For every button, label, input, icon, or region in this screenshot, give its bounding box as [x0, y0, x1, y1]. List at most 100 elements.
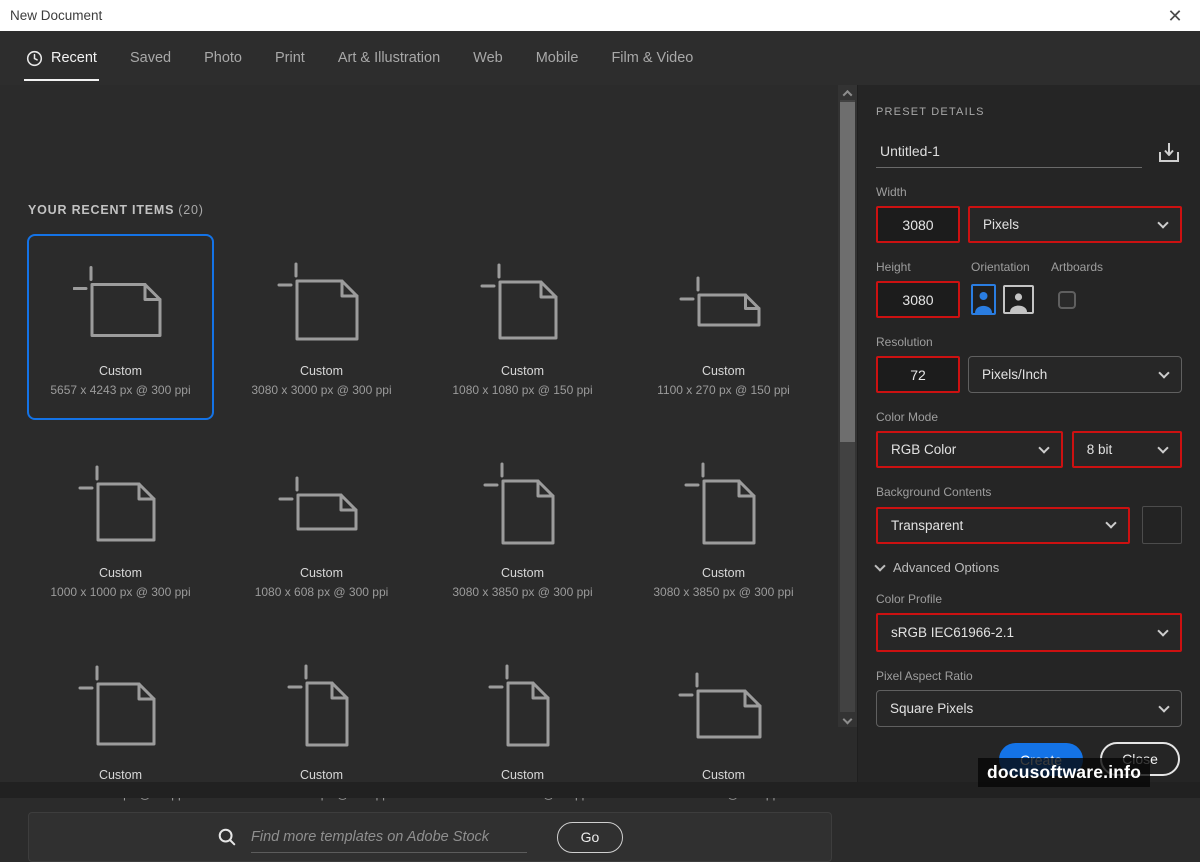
document-thumbnail-icon [684, 462, 755, 545]
go-button[interactable]: Go [557, 821, 623, 853]
document-thumbnail-icon [278, 476, 357, 531]
template-name: Custom [98, 768, 143, 782]
recent-items-heading: YOUR RECENT ITEMS (20) [28, 203, 204, 217]
width-input[interactable] [876, 206, 960, 243]
resolution-units-value: Pixels/Inch [982, 367, 1048, 382]
resolution-input[interactable] [876, 356, 960, 393]
template-name: Custom [299, 566, 344, 580]
template-card[interactable]: Custom 3080 x 3850 px @ 300 ppi [429, 436, 616, 622]
bit-depth-dropdown[interactable]: 8 bit [1071, 431, 1182, 468]
template-name: Custom [98, 364, 143, 378]
template-card[interactable]: Custom 1100 x 270 px @ 150 ppi [630, 234, 817, 420]
chevron-down-icon [1038, 441, 1050, 454]
background-contents-label: Background Contents [876, 485, 992, 499]
template-dims: 3080 x 3850 px @ 300 ppi [653, 585, 794, 599]
color-profile-value: sRGB IEC61966-2.1 [891, 625, 1015, 640]
pixel-aspect-ratio-value: Square Pixels [890, 701, 974, 716]
tab-recent[interactable]: Recent [24, 31, 99, 85]
tab-label: Art & Illustration [337, 50, 441, 66]
document-thumbnail-icon [78, 665, 155, 746]
height-label: Height [876, 260, 911, 274]
chevron-down-icon [874, 559, 886, 572]
resolution-units-dropdown[interactable]: Pixels/Inch [968, 356, 1182, 393]
tab-label: Mobile [535, 50, 579, 66]
search-icon [218, 828, 236, 846]
tab-web[interactable]: Web [473, 31, 503, 85]
dialog-title: New Document [10, 8, 103, 23]
template-name: Custom [701, 364, 746, 378]
pixel-aspect-ratio-dropdown[interactable]: Square Pixels [876, 690, 1182, 727]
watermark: docusoftware.info [978, 758, 1151, 787]
document-thumbnail-icon [480, 263, 557, 340]
template-card[interactable]: Custom 5657 x 4243 px @ 300 ppi [27, 234, 214, 420]
background-contents-value: Transparent [891, 517, 964, 533]
width-label: Width [876, 185, 907, 199]
advanced-options-label: Advanced Options [893, 560, 1000, 575]
tab-photo[interactable]: Photo [204, 31, 242, 85]
units-dropdown[interactable]: Pixels [968, 206, 1182, 243]
orientation-label: Orientation [971, 260, 1030, 274]
template-name: Custom [500, 364, 545, 378]
dialog-titlebar: New Document ✕ [0, 0, 1200, 31]
template-card[interactable]: Custom 1080 x 608 px @ 300 ppi [228, 436, 415, 622]
template-card[interactable]: Custom 1000 x 1000 px @ 300 ppi [27, 436, 214, 622]
chevron-down-icon [1158, 700, 1170, 713]
tab-film-video[interactable]: Film & Video [611, 31, 693, 85]
template-dims: 5657 x 4243 px @ 300 ppi [50, 383, 191, 397]
tab-label: Recent [51, 50, 97, 66]
artboards-checkbox[interactable] [1058, 290, 1076, 309]
scrollbar-thumb[interactable] [840, 102, 855, 442]
tab-mobile[interactable]: Mobile [536, 31, 579, 85]
advanced-options-toggle[interactable]: Advanced Options [874, 559, 1182, 575]
chevron-down-icon [1157, 216, 1169, 229]
search-input[interactable] [251, 821, 527, 853]
template-dims: 3080 x 3000 px @ 300 ppi [251, 383, 392, 397]
document-thumbnail-icon [287, 664, 348, 747]
units-value: Pixels [983, 217, 1020, 232]
template-name: Custom [299, 364, 344, 378]
tab-print[interactable]: Print [275, 31, 305, 85]
template-card[interactable]: Custom 3080 x 3000 px @ 300 ppi [228, 234, 415, 420]
chevron-down-icon [1105, 517, 1117, 529]
height-input[interactable] [876, 281, 960, 318]
document-thumbnail-icon [72, 266, 161, 337]
tab-saved[interactable]: Saved [130, 31, 171, 85]
color-mode-label: Color Mode [876, 410, 939, 424]
template-name: Custom [500, 768, 545, 782]
recent-items-count: (20) [178, 203, 204, 217]
background-color-swatch[interactable] [1142, 506, 1182, 544]
template-card[interactable]: Custom 1080 x 1080 px @ 150 ppi [429, 234, 616, 420]
tab-label: Saved [129, 50, 172, 66]
save-preset-icon[interactable] [1156, 140, 1182, 166]
document-thumbnail-icon [488, 664, 549, 747]
document-thumbnail-icon [678, 672, 761, 739]
scroll-down-icon[interactable] [840, 713, 855, 725]
template-card[interactable]: Custom 3080 x 3850 px @ 300 ppi [630, 436, 817, 622]
orientation-landscape-icon[interactable] [1003, 285, 1034, 314]
document-name-field[interactable]: Untitled-1 [876, 143, 1142, 168]
vertical-scrollbar[interactable] [838, 85, 857, 727]
template-name: Custom [701, 768, 746, 782]
clock-icon [26, 50, 43, 66]
category-tabbar: Recent Saved Photo Print Art & Illustrat… [0, 31, 1200, 85]
tab-art-illustration[interactable]: Art & Illustration [338, 31, 440, 85]
tab-label: Film & Video [611, 50, 694, 66]
template-dims: 1080 x 608 px @ 300 ppi [254, 585, 389, 599]
document-thumbnail-icon [483, 462, 554, 545]
scrollbar-track[interactable] [840, 100, 855, 712]
recent-items-heading-text: YOUR RECENT ITEMS [28, 203, 175, 217]
orientation-portrait-icon[interactable] [971, 284, 996, 315]
recent-items-panel: YOUR RECENT ITEMS (20) Custom 5657 x 4243 … [0, 85, 838, 862]
color-mode-dropdown[interactable]: RGB Color [876, 431, 1063, 468]
color-profile-dropdown[interactable]: sRGB IEC61966-2.1 [876, 613, 1182, 652]
scroll-up-icon[interactable] [840, 87, 855, 100]
tab-label: Photo [204, 50, 242, 66]
artboards-label: Artboards [1051, 260, 1104, 274]
template-name: Custom [98, 566, 143, 580]
background-contents-dropdown[interactable]: Transparent [876, 506, 1130, 544]
chevron-down-icon [1158, 366, 1170, 379]
template-name: Custom [299, 768, 344, 782]
template-dims: 1100 x 270 px @ 150 ppi [657, 383, 790, 397]
template-dims: 1080 x 1080 px @ 150 ppi [452, 383, 593, 397]
close-icon[interactable]: ✕ [1164, 5, 1186, 27]
